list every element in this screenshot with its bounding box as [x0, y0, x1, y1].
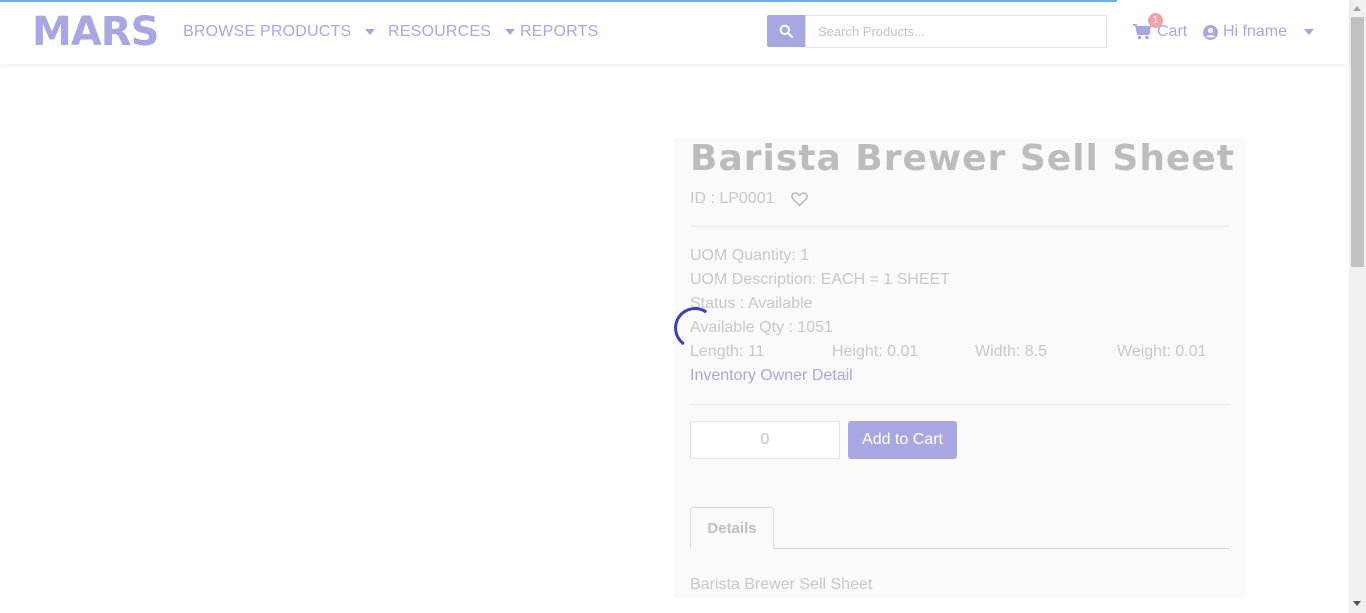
nav-reports-label: REPORTS [520, 23, 599, 40]
dimension-height: Height: 0.01 [832, 343, 919, 360]
user-menu[interactable]: Hi fname [1203, 23, 1315, 41]
search-button[interactable] [767, 15, 805, 47]
dimension-width: Width: 8.5 [975, 343, 1048, 360]
nav-resources-label: RESOURCES [388, 23, 492, 40]
nav-browse-products-label: BROWSE PRODUCTS [183, 23, 352, 40]
shopping-cart-icon [1133, 24, 1151, 40]
product-id-row: ID : LP0001 [690, 190, 808, 208]
nav-reports[interactable]: REPORTS [520, 23, 598, 41]
mars-logo[interactable]: MARS [32, 12, 159, 52]
uom-quantity: UOM Quantity: 1 [690, 247, 810, 264]
uom-description: UOM Description: EACH = 1 SHEET [690, 271, 951, 288]
nav-browse-products[interactable]: BROWSE PRODUCTS [183, 23, 376, 41]
product-title: Barista Brewer Sell Sheet [690, 138, 1236, 179]
page-loading-progress-bar [0, 0, 1117, 2]
cart-count-badge: 1 [1148, 13, 1163, 28]
product-status: Status : Available [690, 295, 813, 312]
chevron-down-icon [505, 29, 516, 35]
tab-details[interactable]: Details [690, 507, 774, 549]
add-to-cart-button[interactable]: Add to Cart [848, 421, 957, 459]
heart-icon[interactable] [790, 191, 808, 207]
chevron-down-icon [365, 29, 376, 35]
divider [690, 226, 1230, 227]
vertical-scrollbar[interactable] [1349, 0, 1366, 613]
product-id: ID : LP0001 [690, 190, 775, 207]
details-content: Barista Brewer Sell Sheet [690, 576, 873, 593]
user-circle-icon [1203, 24, 1218, 40]
user-greeting: Hi fname [1223, 23, 1288, 40]
cart-label: Cart [1157, 23, 1188, 40]
nav-resources[interactable]: RESOURCES [388, 23, 516, 41]
inventory-owner-detail-link[interactable]: Inventory Owner Detail [690, 367, 853, 385]
top-navbar: MARS BROWSE PRODUCTS RESOURCES REPORTS C… [0, 0, 1349, 64]
search-icon [779, 24, 793, 38]
scroll-up-arrow-icon[interactable] [1353, 6, 1361, 11]
search-input[interactable] [805, 15, 1107, 48]
scrollbar-thumb[interactable] [1351, 17, 1364, 267]
dimension-weight: Weight: 0.01 [1117, 343, 1207, 360]
scroll-down-arrow-icon[interactable] [1353, 601, 1361, 606]
chevron-down-icon [1304, 29, 1315, 35]
divider [690, 404, 1230, 405]
quantity-input[interactable] [690, 421, 840, 459]
